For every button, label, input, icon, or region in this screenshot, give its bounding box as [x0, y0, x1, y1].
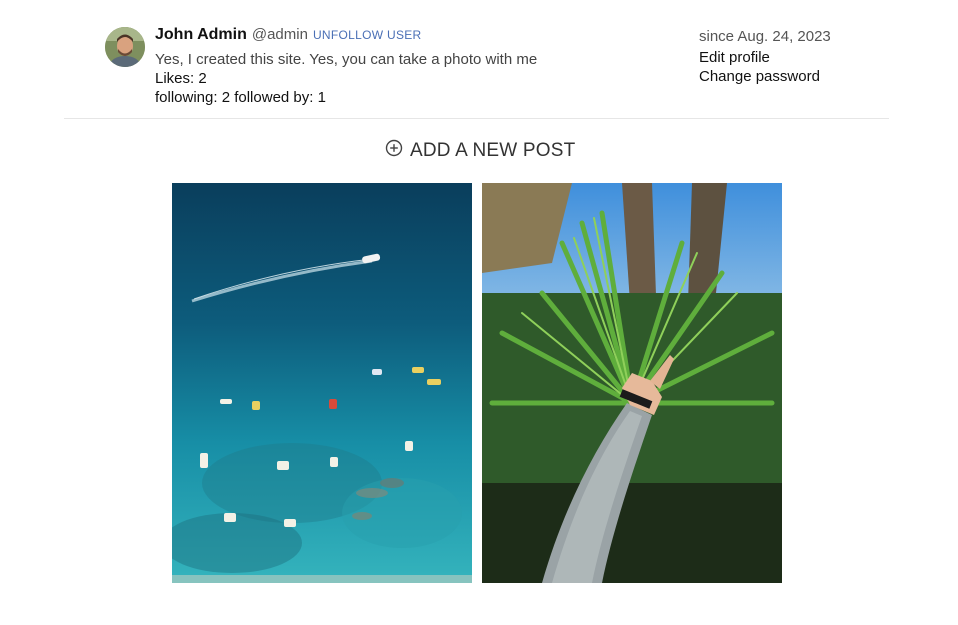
follow-stats: following: 2 followed by: 1: [155, 89, 537, 108]
following-link[interactable]: following: 2: [155, 89, 230, 106]
member-since: since Aug. 24, 2023: [699, 28, 831, 45]
post-image: [482, 183, 782, 583]
post-thumbnail[interactable]: [172, 183, 472, 583]
post-thumbnail[interactable]: [482, 183, 782, 583]
add-new-post-button[interactable]: ADD A NEW POST: [385, 139, 575, 162]
unfollow-user-link[interactable]: UNFOLLOW USER: [313, 28, 422, 42]
add-new-post-label: ADD A NEW POST: [410, 139, 576, 161]
likes-count: Likes: 2: [155, 70, 207, 87]
profile-info: John Admin @admin UNFOLLOW USER Yes, I c…: [155, 26, 537, 108]
profile-header: John Admin @admin UNFOLLOW USER Yes, I c…: [105, 26, 845, 112]
divider: [64, 118, 889, 119]
change-password-link[interactable]: Change password: [699, 67, 831, 86]
edit-profile-link[interactable]: Edit profile: [699, 48, 831, 67]
avatar: [105, 27, 145, 67]
post-image: [172, 183, 472, 583]
profile-bio: Yes, I created this site. Yes, you can t…: [155, 51, 538, 68]
followed-by-link[interactable]: followed by: 1: [234, 89, 326, 106]
plus-circle-icon: [385, 139, 403, 162]
profile-side-panel: since Aug. 24, 2023 Edit profile Change …: [699, 26, 831, 86]
profile-name: John Admin: [155, 26, 247, 43]
profile-handle: @admin: [251, 26, 308, 43]
